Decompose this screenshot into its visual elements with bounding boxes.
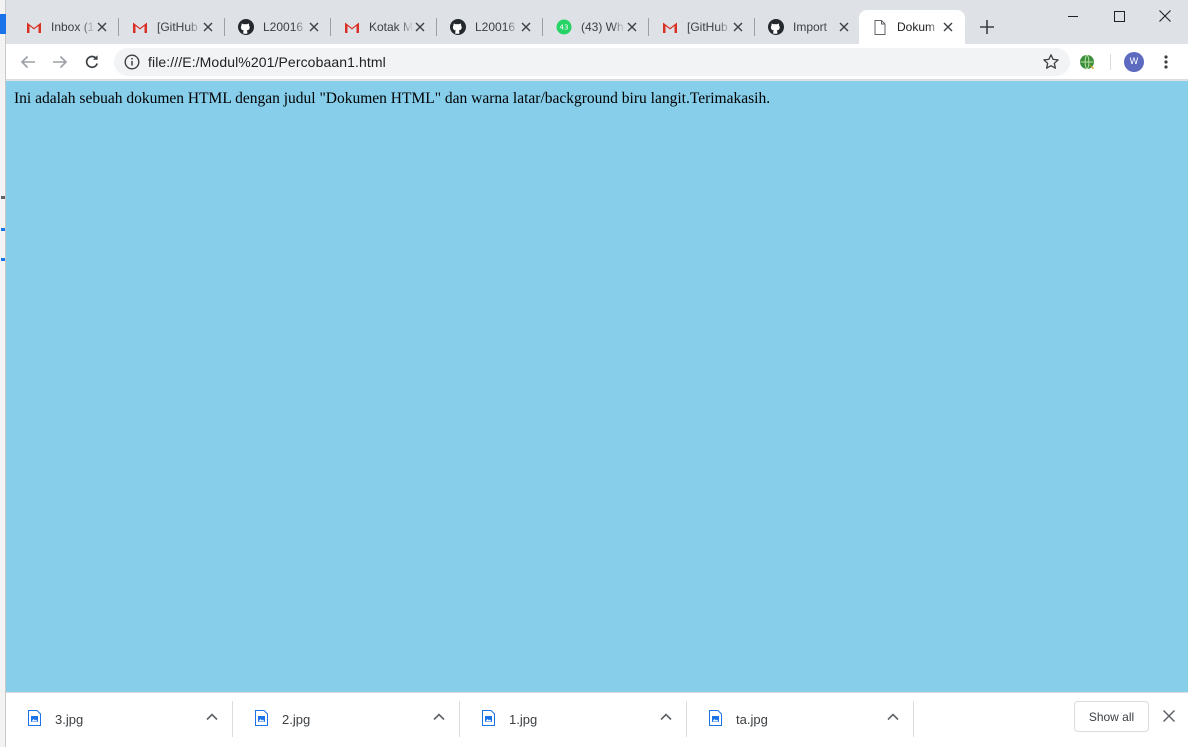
github-icon: [450, 19, 466, 35]
tab-title: [GitHub: [687, 20, 728, 34]
reload-icon: [85, 55, 99, 69]
document-icon: [872, 19, 888, 35]
chevron-up-icon[interactable]: [431, 709, 447, 725]
gmail-icon: [132, 19, 148, 35]
github-icon: [768, 19, 784, 35]
toolbar-divider: [1110, 54, 1111, 70]
profile-avatar[interactable]: W: [1124, 52, 1144, 72]
tab-title: L20016: [475, 20, 516, 34]
tab-kotak-masuk[interactable]: Kotak M: [331, 10, 437, 44]
screen: Inbox (1 [GitHub L20016 Kotak M L20016 4…: [0, 0, 1188, 747]
browser-toolbar: file:///E:/Modul%201/Percobaan1.html W: [6, 44, 1188, 80]
download-separator: [913, 701, 914, 737]
download-item[interactable]: 2.jpg: [233, 693, 460, 745]
close-tab-icon[interactable]: [518, 19, 534, 35]
tab-whatsapp[interactable]: 43 (43) Wh: [543, 10, 649, 44]
download-item[interactable]: ta.jpg: [687, 693, 914, 745]
gmail-icon: [662, 19, 678, 35]
tab-github-repo-2[interactable]: L20016: [437, 10, 543, 44]
download-filename: 2.jpg: [282, 712, 311, 727]
tab-title: Import: [793, 20, 828, 34]
tab-github-repo[interactable]: L20016: [225, 10, 331, 44]
close-tab-icon[interactable]: [940, 19, 956, 35]
github-icon: [238, 19, 254, 35]
gmail-icon: [344, 19, 360, 35]
gmail-icon: [26, 19, 42, 35]
page-content: Ini adalah sebuah dokumen HTML dengan ju…: [6, 81, 1188, 692]
tab-title: Kotak M: [369, 20, 413, 34]
chevron-up-icon[interactable]: [658, 709, 674, 725]
tab-inbox[interactable]: Inbox (1: [13, 10, 119, 44]
menu-button[interactable]: [1154, 50, 1178, 74]
download-filename: ta.jpg: [736, 712, 768, 727]
background-window-mark: [1, 228, 5, 231]
close-tab-icon[interactable]: [836, 19, 852, 35]
new-tab-button[interactable]: [976, 16, 998, 38]
info-icon[interactable]: [124, 54, 140, 70]
tab-title: L20016: [263, 20, 304, 34]
tab-title: [GitHub: [157, 20, 198, 34]
download-shelf: 3.jpg 2.jpg 1.jpg ta.jpg Show all: [6, 692, 1188, 747]
url-text[interactable]: file:///E:/Modul%201/Percobaan1.html: [148, 54, 386, 70]
tab-strip: Inbox (1 [GitHub L20016 Kotak M L20016 4…: [6, 0, 1188, 44]
maximize-icon: [1113, 10, 1125, 22]
image-file-icon: [28, 710, 41, 726]
plus-icon: [980, 20, 994, 34]
tab-title: Inbox (1: [51, 20, 95, 34]
download-filename: 3.jpg: [55, 712, 84, 727]
image-file-icon: [709, 710, 722, 726]
close-window-button[interactable]: [1142, 0, 1188, 32]
tab-dokumen-active[interactable]: Dokum: [859, 10, 965, 44]
chevron-up-icon[interactable]: [885, 709, 901, 725]
maximize-button[interactable]: [1096, 0, 1142, 32]
download-filename: 1.jpg: [509, 712, 538, 727]
image-file-icon: [255, 710, 268, 726]
close-tab-icon[interactable]: [412, 19, 428, 35]
minimize-icon: [1068, 16, 1078, 17]
forward-button[interactable]: [48, 50, 72, 74]
download-item[interactable]: 1.jpg: [460, 693, 687, 745]
close-tab-icon[interactable]: [94, 19, 110, 35]
show-all-button[interactable]: Show all: [1074, 701, 1149, 732]
tab-github-import[interactable]: Import: [755, 10, 861, 44]
tab-title: Dokum: [897, 20, 936, 34]
kebab-menu-icon: [1164, 55, 1168, 69]
whatsapp-icon: 43: [556, 19, 572, 35]
background-window-mark: [1, 196, 5, 199]
arrow-right-icon: [53, 55, 68, 69]
arrow-left-icon: [20, 55, 35, 69]
image-file-icon: [482, 710, 495, 726]
background-window-mark: [1, 258, 5, 261]
extension-globe-icon: [1080, 54, 1094, 70]
minimize-button[interactable]: [1050, 0, 1096, 32]
close-tab-icon[interactable]: [730, 19, 746, 35]
tab-title: (43) Wh: [581, 20, 624, 34]
close-shelf-button[interactable]: [1160, 707, 1178, 725]
close-tab-icon[interactable]: [200, 19, 216, 35]
tab-github-mail[interactable]: [GitHub: [119, 10, 225, 44]
whatsapp-badge-count: 43: [560, 24, 569, 32]
browser-window: Inbox (1 [GitHub L20016 Kotak M L20016 4…: [6, 0, 1188, 747]
address-bar[interactable]: file:///E:/Modul%201/Percobaan1.html: [114, 48, 1070, 76]
download-item[interactable]: 3.jpg: [6, 693, 233, 745]
reload-button[interactable]: [80, 50, 104, 74]
tab-github-mail-2[interactable]: [GitHub: [649, 10, 755, 44]
chevron-up-icon[interactable]: [204, 709, 220, 725]
close-tab-icon[interactable]: [306, 19, 322, 35]
close-tab-icon[interactable]: [624, 19, 640, 35]
close-icon: [1163, 710, 1175, 722]
close-icon: [1159, 10, 1171, 22]
page-paragraph: Ini adalah sebuah dokumen HTML dengan ju…: [14, 90, 771, 107]
back-button[interactable]: [16, 50, 40, 74]
bookmark-star-icon[interactable]: [1042, 53, 1060, 71]
extension-button[interactable]: [1075, 50, 1099, 74]
